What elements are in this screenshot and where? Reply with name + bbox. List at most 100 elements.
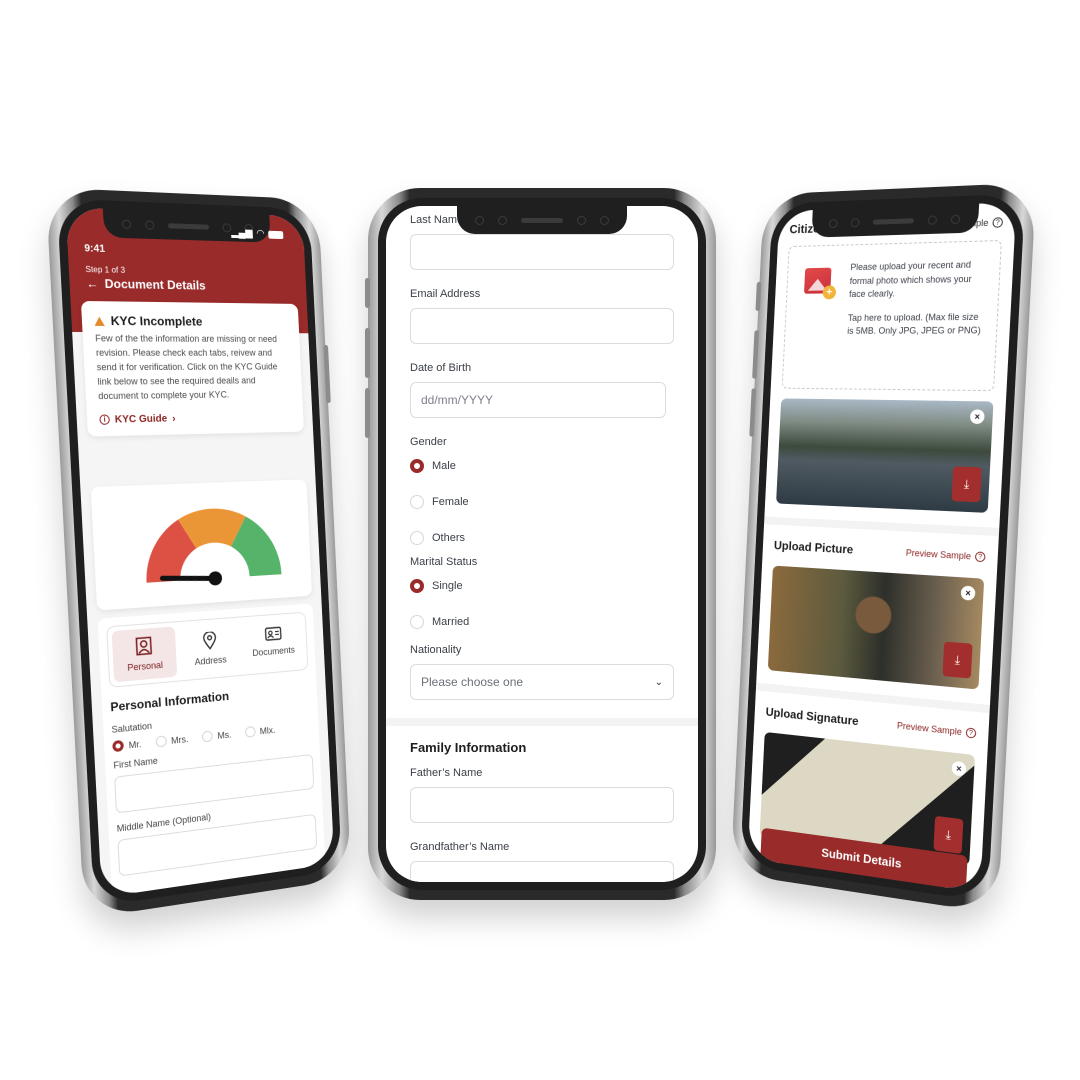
volume-up-button — [365, 328, 370, 378]
uploaded-profile-photo: × ⤓ — [767, 565, 985, 690]
dob-label: Date of Birth — [410, 362, 472, 374]
help-icon: ? — [965, 727, 977, 739]
kyc-alert-card: KYC Incomplete Few of the the informatio… — [80, 300, 304, 437]
gender-option-female[interactable]: Female — [410, 484, 674, 520]
info-icon: i — [99, 414, 111, 426]
nationality-select[interactable]: Please choose one ⌄ — [410, 664, 674, 700]
personal-form: Last Name Email Address Date of Birth dd… — [386, 206, 698, 882]
radio-button[interactable] — [244, 726, 256, 738]
help-icon: ? — [992, 217, 1004, 228]
preview-sample-link[interactable]: Preview Sample? — [897, 720, 977, 739]
section-title: Upload Signature — [765, 704, 859, 729]
option-label: Married — [432, 616, 470, 628]
salutation-option-mrs[interactable]: Mrs. — [155, 733, 189, 748]
gender-option-others[interactable]: Others — [410, 520, 674, 556]
chevron-right-icon: › — [171, 412, 176, 425]
option-label: Mrs. — [170, 733, 189, 746]
section-divider — [764, 516, 1000, 537]
mute-switch — [365, 278, 370, 308]
kyc-guide-label: KYC Guide — [114, 413, 168, 426]
kyc-alert-message: Few of the the information are missing o… — [94, 333, 278, 401]
gauge-needle — [162, 575, 215, 582]
kyc-alert-title: KYC Incomplete — [110, 313, 203, 329]
radio-button[interactable] — [410, 495, 424, 509]
email-input[interactable] — [410, 308, 674, 344]
phone-personal-form: Last Name Email Address Date of Birth dd… — [365, 188, 716, 900]
section-divider — [386, 718, 698, 726]
phone-screen: Citizens mple? + Please upload your rece… — [747, 202, 1017, 893]
dob-input[interactable]: dd/mm/YYYY — [410, 382, 666, 418]
dropzone-limits: Tap here to upload. (Max file size is 5M… — [847, 311, 982, 336]
section-title: Upload Picture — [773, 538, 854, 557]
tab-address[interactable]: Address — [178, 622, 241, 677]
gender-label: Gender — [410, 436, 447, 448]
remove-image-button[interactable]: × — [951, 760, 967, 777]
salutation-option-ms[interactable]: Ms. — [201, 729, 232, 743]
option-label: Mlx. — [259, 724, 276, 736]
phone-document-uploads: Citizens mple? + Please upload your rece… — [730, 182, 1037, 914]
marital-radio-group: Single Married — [410, 568, 674, 640]
gender-option-male[interactable]: Male — [410, 448, 674, 484]
select-placeholder: Please choose one — [421, 675, 524, 689]
signal-icon: ▂▄▆ — [230, 227, 253, 240]
gender-radio-group: Male Female Others — [410, 448, 674, 556]
gauge-hub — [208, 571, 223, 586]
page-title: Document Details — [104, 276, 206, 293]
gauge-svg — [143, 507, 282, 594]
download-button[interactable]: ⤓ — [933, 815, 964, 855]
kyc-guide-link[interactable]: i KYC Guide › — [99, 411, 292, 426]
father-name-label: Father’s Name — [410, 767, 483, 779]
notch — [811, 203, 980, 238]
marital-option-single[interactable]: Single — [410, 568, 674, 604]
battery-icon — [268, 230, 284, 239]
radio-button[interactable] — [410, 579, 424, 593]
upload-dropzone[interactable]: + Please upload your recent and formal p… — [781, 239, 1002, 392]
grandfather-name-input[interactable] — [410, 861, 674, 882]
option-label: Others — [432, 532, 466, 544]
remove-image-button[interactable]: × — [969, 409, 985, 425]
father-name-input[interactable] — [410, 787, 674, 823]
user-portrait-icon — [136, 636, 153, 656]
arrow-left-icon[interactable]: ← — [86, 276, 99, 291]
radio-button[interactable] — [410, 531, 424, 545]
radio-button[interactable] — [410, 615, 424, 629]
family-info-title: Family Information — [410, 740, 527, 755]
salutation-option-mlx[interactable]: Mlx. — [244, 724, 275, 738]
notch — [457, 206, 627, 234]
location-pin-icon — [203, 631, 217, 650]
tab-label: Documents — [252, 644, 296, 659]
dropzone-instructions: Please upload your recent and formal pho… — [848, 259, 973, 300]
option-label: Female — [432, 496, 469, 508]
kyc-progress-gauge — [90, 479, 313, 611]
radio-button[interactable] — [201, 730, 213, 743]
tab-label: Address — [194, 654, 227, 668]
phone-kyc-overview: ▂▄▆ ◠ 9:41 Step 1 of 3 ← Document Detail… — [45, 187, 352, 919]
id-card-icon — [264, 626, 281, 641]
wifi-icon: ◠ — [256, 228, 265, 240]
radio-button[interactable] — [410, 459, 424, 473]
radio-button[interactable] — [112, 739, 124, 753]
download-button[interactable]: ⤓ — [951, 466, 982, 503]
personal-info-section: Personal Address Documents Personal Info… — [97, 603, 326, 897]
uploaded-citizenship-image: × ⤓ — [776, 398, 994, 513]
nationality-label: Nationality — [410, 644, 462, 656]
kyc-tabs: Personal Address Documents — [106, 611, 309, 688]
marital-status-label: Marital Status — [410, 556, 478, 568]
option-label: Ms. — [217, 729, 232, 741]
marital-option-married[interactable]: Married — [410, 604, 674, 640]
preview-sample-link[interactable]: Preview Sample? — [906, 548, 986, 563]
status-icons: ▂▄▆ ◠ — [230, 227, 284, 240]
last-name-input[interactable] — [410, 234, 674, 270]
help-icon: ? — [974, 551, 986, 563]
upload-content: Citizens mple? + Please upload your rece… — [749, 202, 1017, 867]
phone-screen: ▂▄▆ ◠ 9:41 Step 1 of 3 ← Document Detail… — [65, 207, 335, 898]
status-time: 9:41 — [84, 243, 106, 255]
volume-down-button — [365, 388, 370, 438]
salutation-option-mr[interactable]: Mr. — [112, 738, 142, 753]
tab-documents[interactable]: Documents — [243, 617, 304, 671]
remove-image-button[interactable]: × — [960, 585, 976, 601]
tab-personal[interactable]: Personal — [111, 626, 177, 683]
download-button[interactable]: ⤓ — [942, 641, 973, 679]
radio-button[interactable] — [155, 735, 167, 748]
upload-picture-header: Upload Picture Preview Sample? — [773, 535, 986, 569]
